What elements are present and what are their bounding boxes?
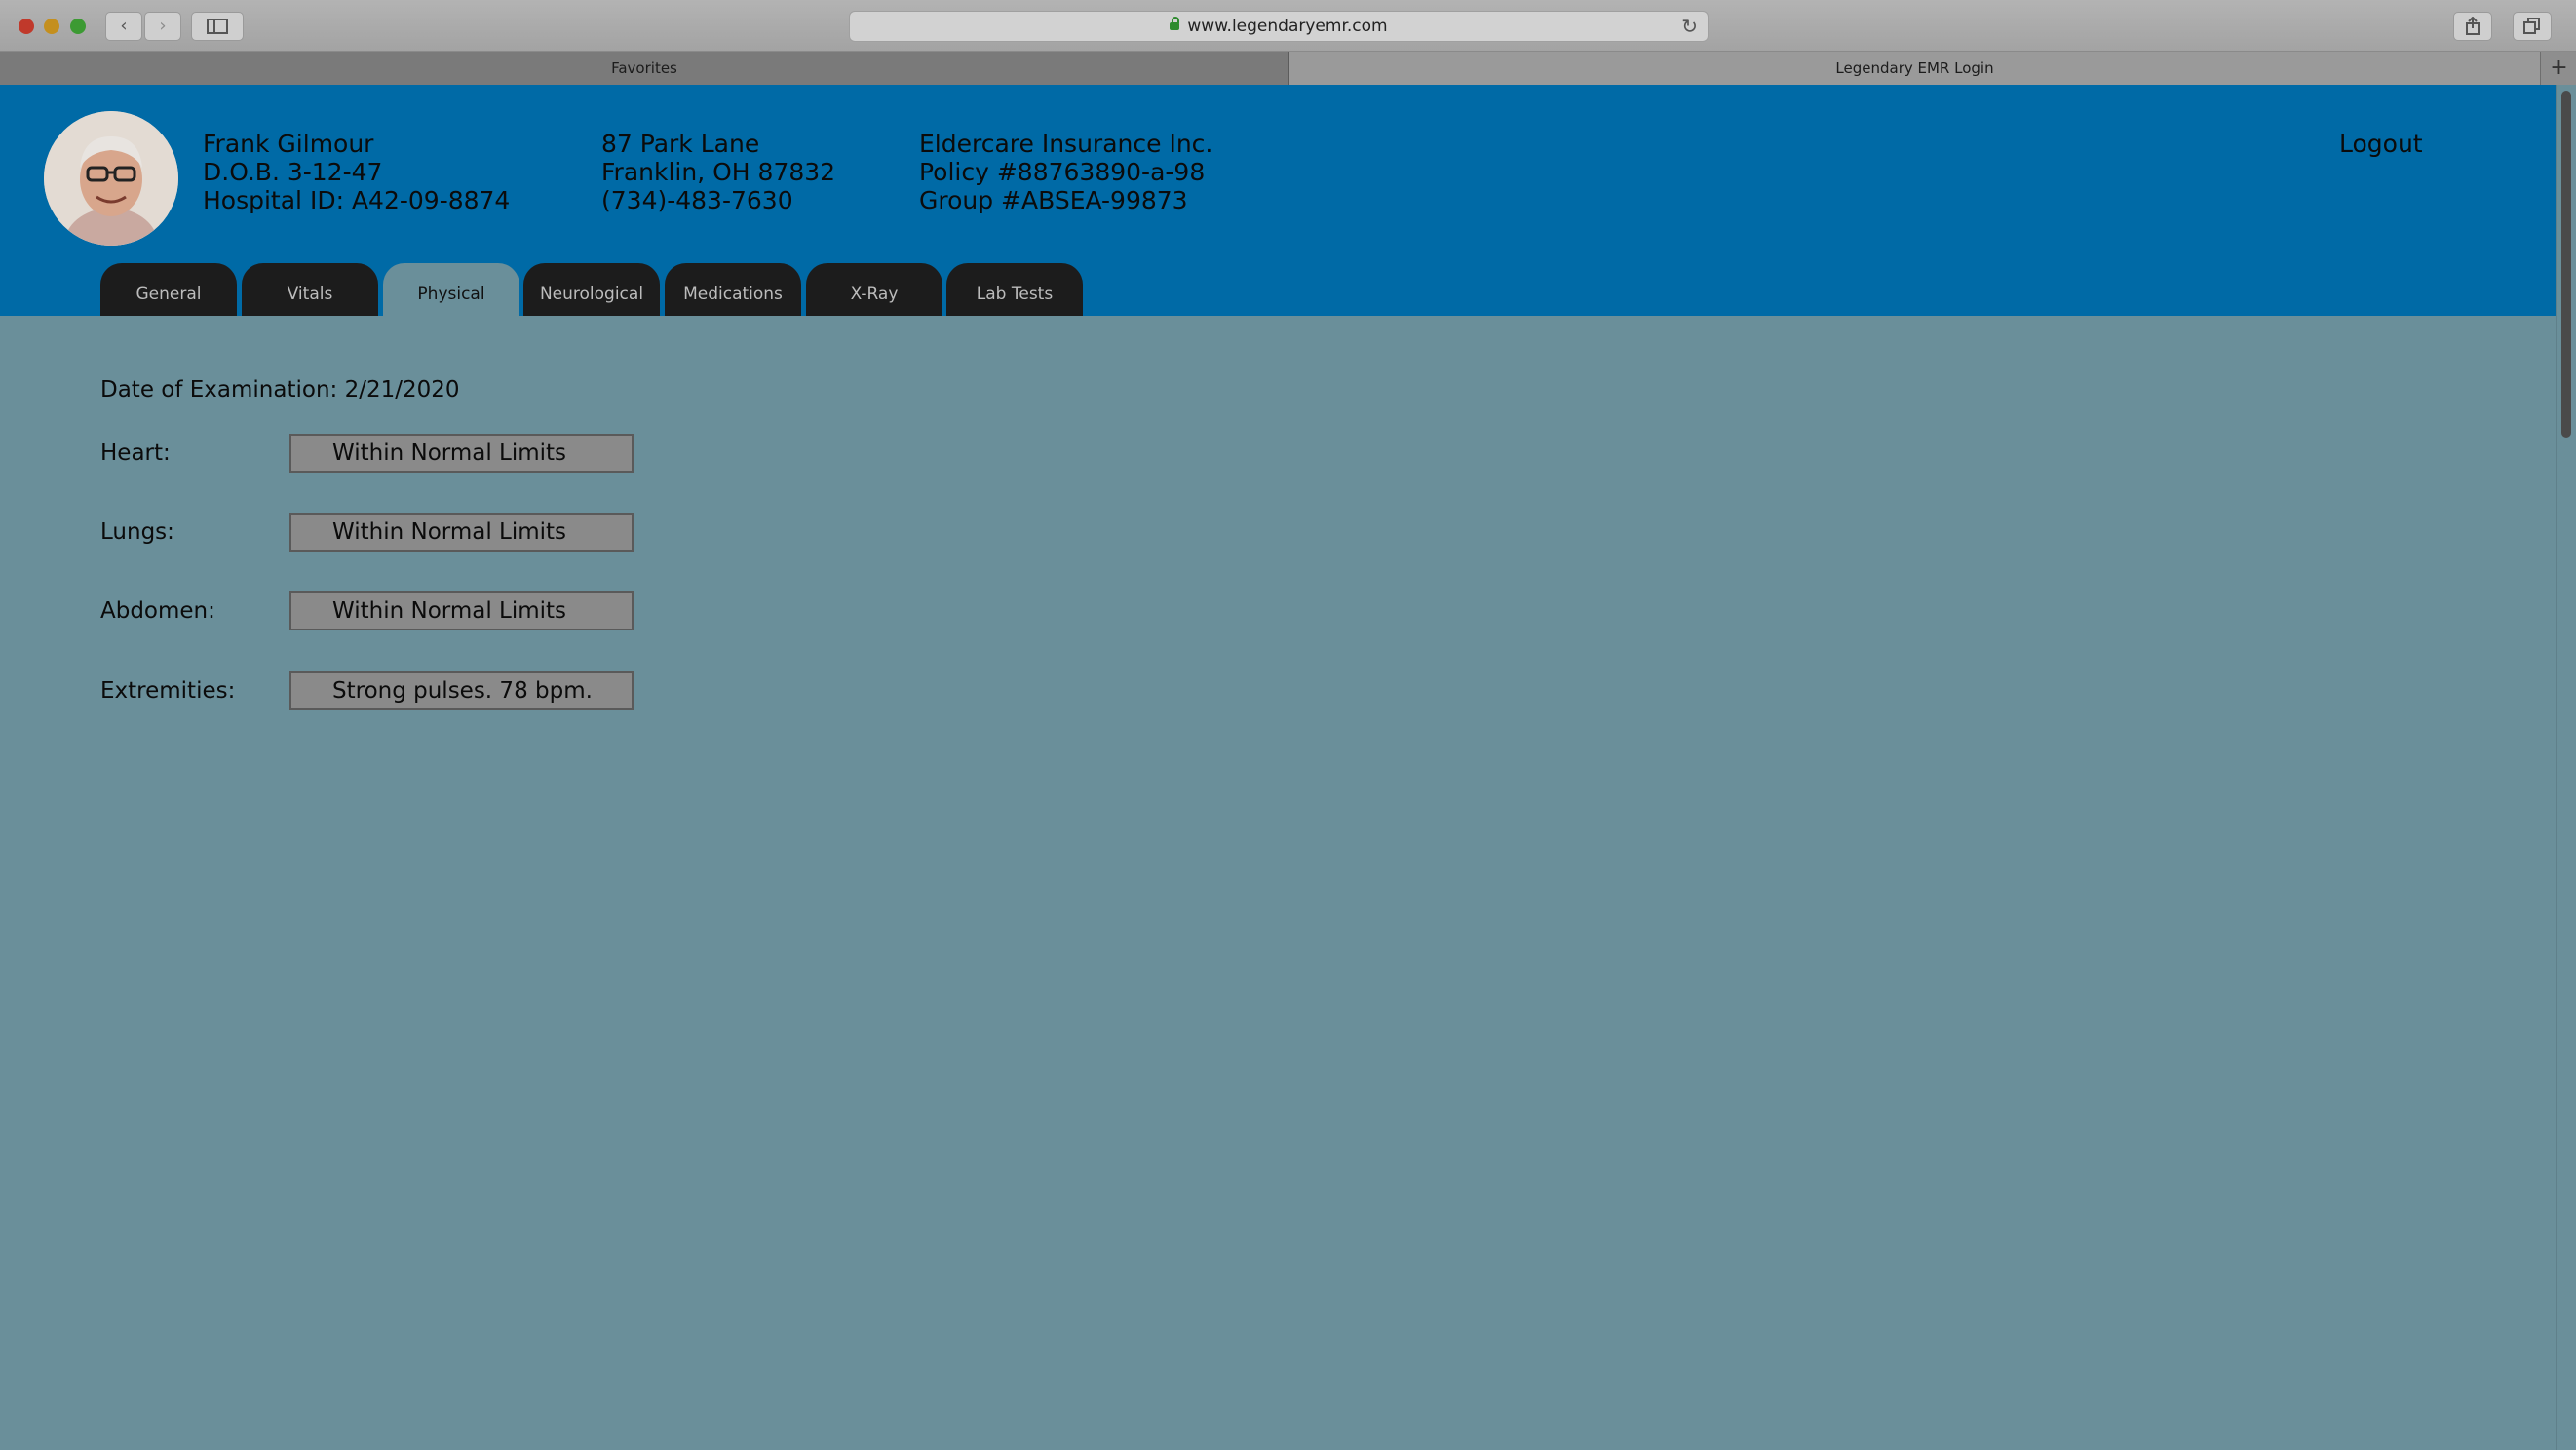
- address-bar[interactable]: www.legendaryemr.com ↻: [849, 11, 1709, 42]
- lungs-label: Lungs:: [100, 519, 174, 545]
- new-tab-button[interactable]: +: [2540, 52, 2576, 85]
- patient-address-line2: Franklin, OH 87832: [601, 158, 836, 186]
- forward-button[interactable]: ›: [144, 12, 181, 41]
- share-icon: [2466, 16, 2480, 35]
- patient-identity: Frank Gilmour D.O.B. 3-12-47 Hospital ID…: [203, 130, 510, 214]
- reload-icon[interactable]: ↻: [1681, 12, 1698, 41]
- extremities-field[interactable]: [289, 671, 634, 710]
- browser-toolbar: ‹ › www.legendaryemr.com ↻: [0, 0, 2576, 52]
- exam-date: Date of Examination: 2/21/2020: [100, 377, 460, 402]
- patient-hospital-id: Hospital ID: A42-09-8874: [203, 186, 511, 214]
- lock-icon: [1170, 17, 1180, 30]
- page-scrollbar[interactable]: [2556, 85, 2576, 1450]
- tab-medications[interactable]: Medications: [665, 263, 801, 316]
- patient-address-line1: 87 Park Lane: [601, 130, 760, 158]
- sidebar-icon: [207, 19, 228, 34]
- patient-phone: (734)-483-7630: [601, 186, 793, 214]
- patient-avatar: [44, 111, 178, 246]
- abdomen-field[interactable]: [289, 591, 634, 630]
- heart-label: Heart:: [100, 440, 171, 466]
- policy-number: Policy #88763890-a-98: [919, 158, 1206, 186]
- patient-header: Frank Gilmour D.O.B. 3-12-47 Hospital ID…: [0, 85, 2556, 316]
- patient-insurance: Eldercare Insurance Inc. Policy #8876389…: [919, 130, 1212, 214]
- insurer-name: Eldercare Insurance Inc.: [919, 130, 1213, 158]
- heart-field[interactable]: [289, 434, 634, 473]
- tab-physical[interactable]: Physical: [383, 263, 519, 316]
- sidebar-toggle-button[interactable]: [191, 12, 244, 41]
- lungs-field[interactable]: [289, 513, 634, 552]
- tab-general[interactable]: General: [100, 263, 237, 316]
- logout-link[interactable]: Logout: [2339, 130, 2423, 158]
- tab-neurological[interactable]: Neurological: [523, 263, 660, 316]
- patient-dob: D.O.B. 3-12-47: [203, 158, 383, 186]
- chevron-right-icon: ›: [159, 16, 167, 36]
- close-window-button[interactable]: [19, 19, 34, 34]
- tabs-overview-icon: [2523, 18, 2540, 34]
- share-button[interactable]: [2453, 12, 2492, 41]
- patient-name: Frank Gilmour: [203, 130, 374, 158]
- patient-contact: 87 Park Lane Franklin, OH 87832 (734)-48…: [601, 130, 835, 214]
- chevron-left-icon: ‹: [120, 16, 128, 36]
- browser-tab-emr-login[interactable]: Legendary EMR Login: [1289, 52, 2540, 85]
- tab-vitals[interactable]: Vitals: [242, 263, 378, 316]
- maximize-window-button[interactable]: [70, 19, 86, 34]
- show-tabs-button[interactable]: [2513, 12, 2552, 41]
- group-number: Group #ABSEA-99873: [919, 186, 1188, 214]
- extremities-label: Extremities:: [100, 678, 236, 704]
- back-button[interactable]: ‹: [105, 12, 142, 41]
- tab-x-ray[interactable]: X-Ray: [806, 263, 942, 316]
- browser-tab-bar: Favorites Legendary EMR Login +: [0, 52, 2576, 85]
- minimize-window-button[interactable]: [44, 19, 59, 34]
- url-text: www.legendaryemr.com: [1187, 17, 1388, 36]
- abdomen-label: Abdomen:: [100, 598, 215, 624]
- tab-lab-tests[interactable]: Lab Tests: [946, 263, 1083, 316]
- scrollbar-thumb[interactable]: [2561, 91, 2571, 438]
- browser-tab-favorites[interactable]: Favorites: [0, 52, 1289, 85]
